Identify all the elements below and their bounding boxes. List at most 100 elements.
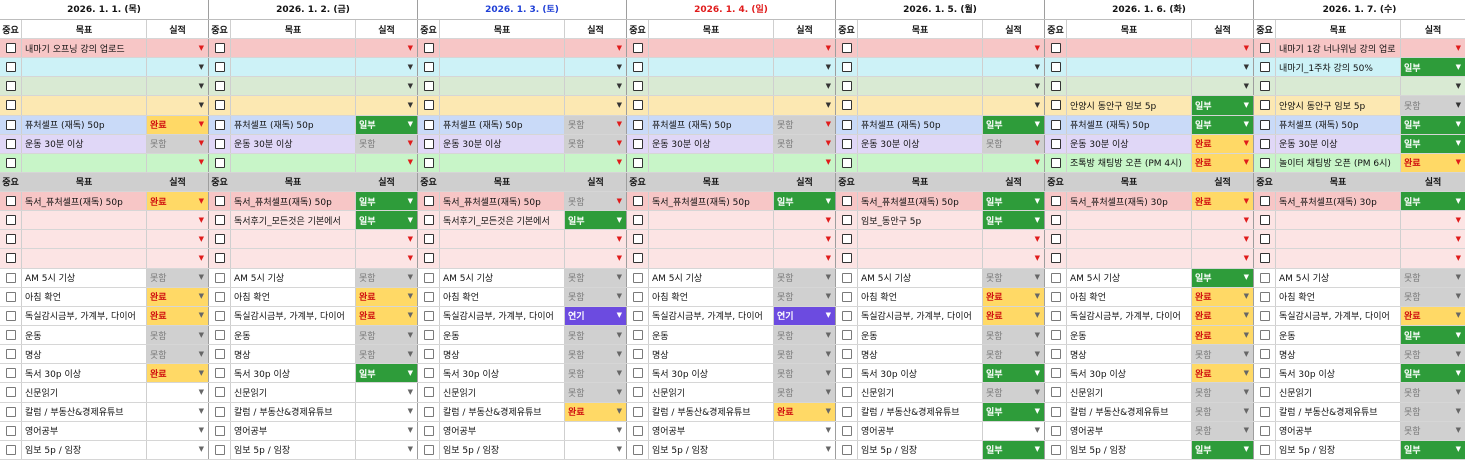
checkbox[interactable] [632,196,643,207]
checkbox[interactable] [423,119,434,130]
dropdown-arrow-icon[interactable]: ▼ [826,331,831,339]
goal-cell[interactable] [440,77,565,96]
goal-cell[interactable] [231,230,356,249]
importance-checkbox-cell[interactable] [1254,191,1276,211]
dropdown-arrow-icon[interactable]: ▼ [826,121,831,128]
importance-checkbox-cell[interactable] [836,115,858,134]
checkbox[interactable] [1050,234,1061,245]
importance-checkbox-cell[interactable] [418,402,440,421]
result-dropdown[interactable]: ▼ [1192,249,1253,267]
checkbox[interactable] [841,406,852,417]
result-dropdown[interactable]: 완료 ▼ [1192,306,1253,325]
dropdown-arrow-icon[interactable]: ▼ [408,408,413,415]
result-dropdown[interactable]: 못함 ▼ [774,364,835,383]
checkbox[interactable] [632,43,643,54]
dropdown-arrow-icon[interactable]: ▼ [1244,197,1249,205]
dropdown-arrow-icon[interactable]: ▼ [408,159,413,166]
goal-cell[interactable] [1276,249,1401,268]
importance-checkbox-cell[interactable] [836,306,858,325]
checkbox[interactable] [1050,444,1061,455]
importance-checkbox-cell[interactable] [836,191,858,211]
result-dropdown[interactable]: ▼ [983,39,1044,57]
checkbox[interactable] [632,138,643,149]
goal-cell[interactable]: 독실감시금부, 가계부, 다이어 [440,306,565,325]
dropdown-arrow-icon[interactable]: ▼ [1035,63,1040,71]
result-dropdown[interactable]: ▼ [356,154,417,172]
importance-checkbox-cell[interactable] [1045,115,1067,134]
checkbox[interactable] [5,330,16,341]
importance-checkbox-cell[interactable] [418,440,440,459]
importance-checkbox-cell[interactable] [1045,402,1067,421]
result-dropdown[interactable]: 못함 ▼ [147,134,208,153]
dropdown-arrow-icon[interactable]: ▼ [1456,427,1461,434]
result-dropdown[interactable]: ▼ [147,77,208,95]
importance-checkbox-cell[interactable] [0,306,22,325]
importance-checkbox-cell[interactable] [209,153,231,172]
checkbox[interactable] [1050,425,1061,436]
importance-checkbox-cell[interactable] [627,402,649,421]
goal-cell[interactable]: 퓨처셀프 (재독) 50p [649,115,774,134]
goal-cell[interactable]: 신문읽기 [22,383,147,402]
importance-checkbox-cell[interactable] [1045,249,1067,268]
dropdown-arrow-icon[interactable]: ▼ [617,350,622,358]
result-dropdown[interactable]: ▼ [147,383,208,401]
result-dropdown[interactable]: 못함 ▼ [1401,402,1465,421]
dropdown-arrow-icon[interactable]: ▼ [1244,63,1249,71]
goal-cell[interactable]: 영어공부 [22,421,147,440]
importance-checkbox-cell[interactable] [627,77,649,96]
importance-checkbox-cell[interactable] [1254,345,1276,364]
result-dropdown[interactable]: 일부 ▼ [1401,134,1465,153]
importance-checkbox-cell[interactable] [418,96,440,115]
goal-cell[interactable] [649,96,774,115]
importance-checkbox-cell[interactable] [627,364,649,383]
checkbox[interactable] [1259,43,1270,54]
goal-cell[interactable]: 독서_퓨처셀프(재독) 30p [1067,191,1192,211]
goal-cell[interactable] [858,39,983,58]
dropdown-arrow-icon[interactable]: ▼ [1456,274,1461,281]
result-dropdown[interactable]: 일부 ▼ [356,191,417,211]
goal-cell[interactable]: 신문읽기 [231,383,356,402]
result-dropdown[interactable]: 못함 ▼ [1192,345,1253,364]
goal-cell[interactable] [1276,230,1401,249]
dropdown-arrow-icon[interactable]: ▼ [1035,350,1040,358]
result-dropdown[interactable]: 못함 ▼ [774,383,835,402]
dropdown-arrow-icon[interactable]: ▼ [408,235,413,243]
checkbox[interactable] [1050,387,1061,398]
goal-cell[interactable]: 신문읽기 [1067,383,1192,402]
importance-checkbox-cell[interactable] [627,230,649,249]
importance-checkbox-cell[interactable] [0,39,22,58]
checkbox[interactable] [1050,43,1061,54]
goal-cell[interactable] [231,39,356,58]
checkbox[interactable] [214,119,225,130]
goal-cell[interactable]: 명상 [231,345,356,364]
importance-checkbox-cell[interactable] [209,211,231,230]
checkbox[interactable] [5,253,16,264]
importance-checkbox-cell[interactable] [836,96,858,115]
importance-checkbox-cell[interactable] [418,115,440,134]
checkbox[interactable] [841,62,852,73]
importance-checkbox-cell[interactable] [418,383,440,402]
goal-cell[interactable] [858,153,983,172]
checkbox[interactable] [841,253,852,264]
checkbox[interactable] [214,349,225,360]
dropdown-arrow-icon[interactable]: ▼ [199,121,204,128]
goal-cell[interactable]: AM 5시 기상 [1276,268,1401,287]
dropdown-arrow-icon[interactable]: ▼ [199,63,204,71]
result-dropdown[interactable]: 못함 ▼ [1401,421,1465,440]
checkbox[interactable] [214,138,225,149]
importance-checkbox-cell[interactable] [418,134,440,153]
importance-checkbox-cell[interactable] [627,345,649,364]
goal-cell[interactable]: AM 5시 기상 [22,268,147,287]
checkbox[interactable] [423,387,434,398]
importance-checkbox-cell[interactable] [1254,230,1276,249]
importance-checkbox-cell[interactable] [209,39,231,58]
result-dropdown[interactable]: ▼ [147,58,208,76]
importance-checkbox-cell[interactable] [0,191,22,211]
goal-cell[interactable] [22,230,147,249]
checkbox[interactable] [1050,349,1061,360]
dropdown-arrow-icon[interactable]: ▼ [1244,82,1249,90]
goal-cell[interactable] [1067,39,1192,58]
importance-checkbox-cell[interactable] [0,230,22,249]
importance-checkbox-cell[interactable] [627,383,649,402]
goal-cell[interactable]: 퓨처셀프 (재독) 50p [231,115,356,134]
